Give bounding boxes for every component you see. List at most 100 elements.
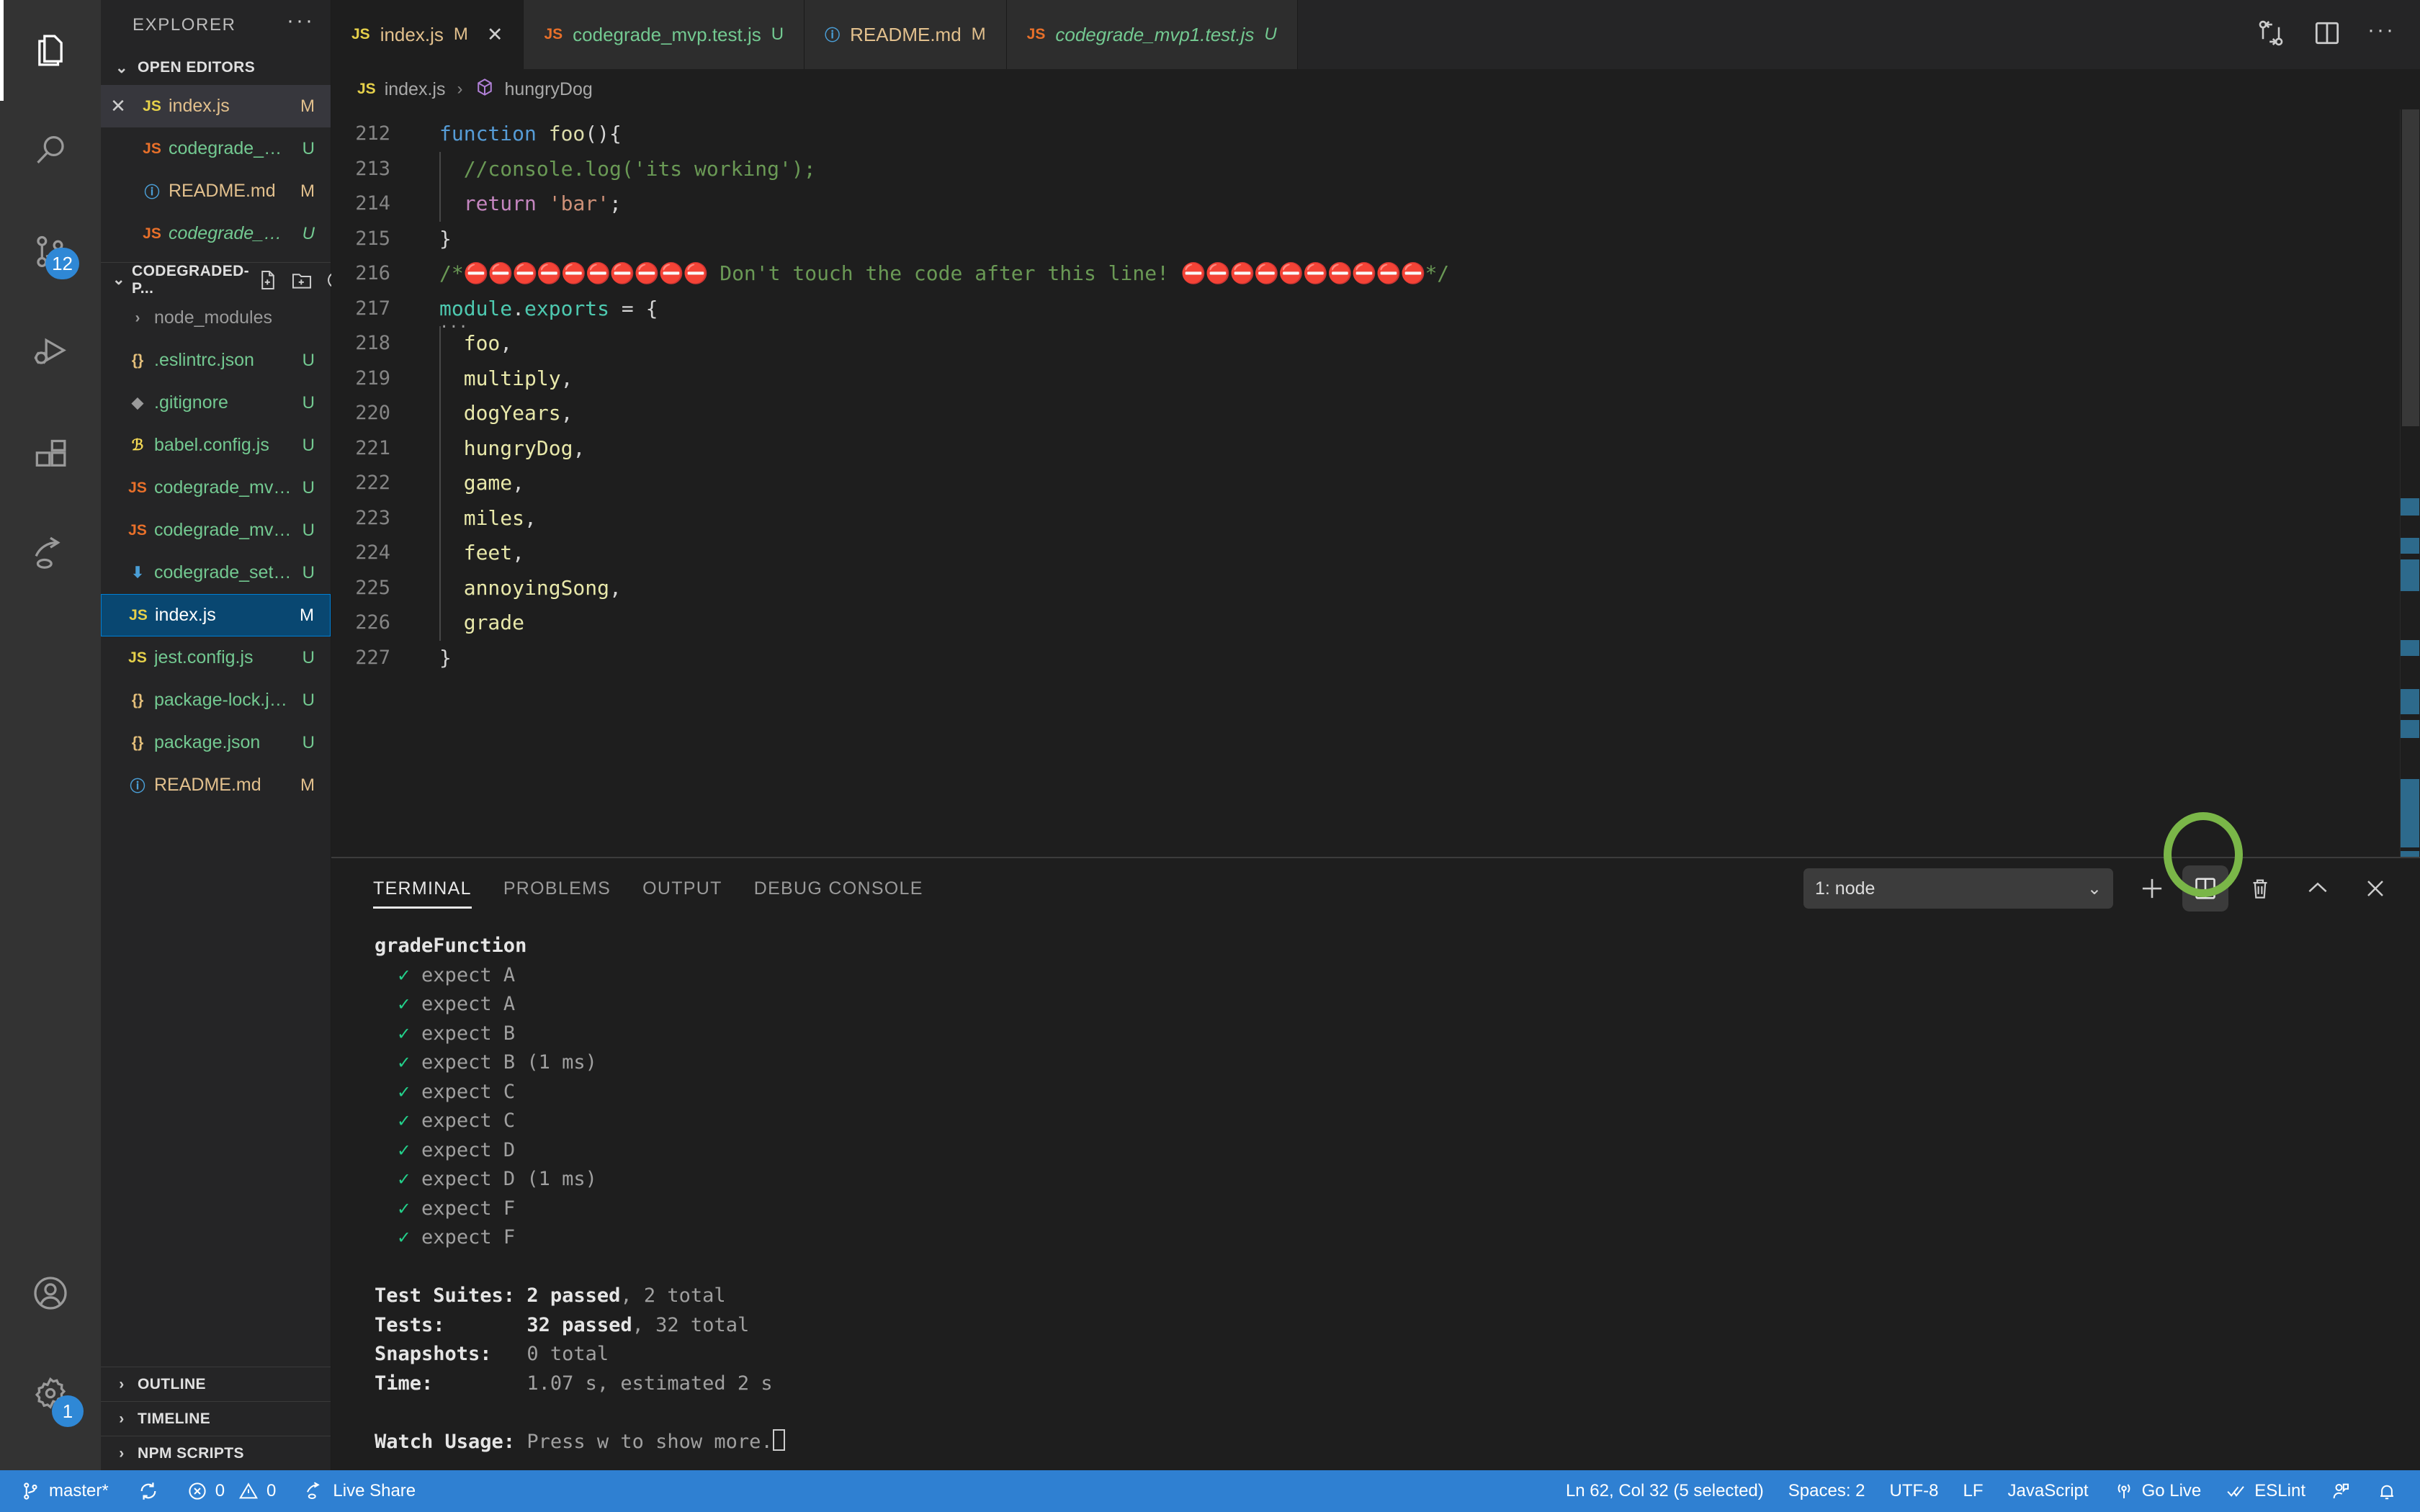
tree-item-index-js[interactable]: JS index.js M <box>101 594 331 636</box>
status-indentation[interactable]: Spaces: 2 <box>1776 1470 1878 1512</box>
status-eol[interactable]: LF <box>1951 1470 1996 1512</box>
js-file-icon: JS <box>544 26 563 43</box>
code-line-text[interactable]: hungryDog, <box>439 431 585 467</box>
tab-readme-md[interactable]: ⓘ README.md M <box>805 0 1007 69</box>
tab-terminal[interactable]: TERMINAL <box>357 858 488 919</box>
terminal-suite-name: gradeFunction <box>331 932 2420 961</box>
close-icon[interactable]: ✕ <box>101 95 135 117</box>
tree-item-codegrade-setup-md[interactable]: ⬇ codegrade_setup.md U <box>101 552 331 594</box>
code-line-text[interactable]: foo, <box>439 326 512 361</box>
code-line-text[interactable]: grade <box>439 606 524 641</box>
code-line-text[interactable]: multiply, <box>439 361 573 397</box>
open-editor-label: codegrade_mvp1.te... <box>169 223 292 244</box>
status-eslint[interactable]: ESLint <box>2213 1470 2318 1512</box>
maximize-panel-button[interactable] <box>2295 865 2341 912</box>
activity-item-settings[interactable]: 1 <box>0 1344 101 1444</box>
sidebar-more-icon[interactable]: ··· <box>287 17 315 33</box>
terminal-summary-line: Test Suites: 2 passed, 2 total <box>331 1282 2420 1311</box>
code-line-text[interactable]: miles, <box>439 501 537 536</box>
tab-output[interactable]: OUTPUT <box>627 858 738 919</box>
code-line-text[interactable]: module.exports = {··· <box>439 292 658 327</box>
activity-item-source-control[interactable]: 12 <box>0 202 101 302</box>
scrollbar-decoration <box>2401 640 2419 656</box>
activity-item-explorer[interactable] <box>0 0 101 101</box>
tab-index-js[interactable]: JS index.js M ✕ <box>331 0 524 69</box>
tab-debug-console[interactable]: DEBUG CONSOLE <box>738 858 939 919</box>
open-editor-item-codegrade-mvp-test[interactable]: JS codegrade_mvp.tes... U <box>101 127 331 170</box>
code-line-text[interactable]: } <box>439 222 452 257</box>
activity-item-live-share[interactable] <box>0 504 101 605</box>
open-editor-item-index-js[interactable]: ✕ JS index.js M <box>101 85 331 127</box>
section-npm-scripts[interactable]: › NPM SCRIPTS <box>101 1436 331 1470</box>
code-editor[interactable]: 212function foo(){213 //console.log('its… <box>331 109 2420 857</box>
terminal-output[interactable]: gradeFunction ✓ expect A ✓ expect A ✓ ex… <box>331 919 2420 1470</box>
code-line-text[interactable]: /*⛔⛔⛔⛔⛔⛔⛔⛔⛔⛔ Don't touch the code after … <box>439 256 1449 292</box>
section-npm-scripts-label: NPM SCRIPTS <box>138 1445 244 1462</box>
status-feedback[interactable] <box>2318 1470 2364 1512</box>
new-terminal-button[interactable] <box>2129 865 2175 912</box>
code-line: 214 return 'bar'; <box>331 186 2400 222</box>
tree-item-eslintrc-json[interactable]: {} .eslintrc.json U <box>101 339 331 382</box>
status-editor-position[interactable]: Ln 62, Col 32 (5 selected) <box>1554 1470 1776 1512</box>
status-live-share[interactable]: Live Share <box>288 1470 428 1512</box>
code-content[interactable]: 212function foo(){213 //console.log('its… <box>331 109 2400 857</box>
more-actions-icon[interactable]: ··· <box>2367 27 2396 42</box>
kill-terminal-button[interactable] <box>2237 865 2283 912</box>
tree-item-gitignore[interactable]: ◆ .gitignore U <box>101 382 331 424</box>
status-notifications[interactable] <box>2364 1470 2410 1512</box>
tree-item-jest-config-js[interactable]: JS jest.config.js U <box>101 636 331 679</box>
compare-changes-icon[interactable] <box>2255 17 2287 53</box>
status-encoding[interactable]: UTF-8 <box>1878 1470 1951 1512</box>
section-outline-label: OUTLINE <box>138 1376 206 1393</box>
code-line-text[interactable]: return 'bar'; <box>439 186 622 222</box>
activity-item-search[interactable] <box>0 101 101 202</box>
status-language-mode[interactable]: JavaScript <box>1996 1470 2101 1512</box>
code-line-text[interactable]: dogYears, <box>439 396 573 431</box>
tab-problems[interactable]: PROBLEMS <box>488 858 627 919</box>
tree-item-node-modules[interactable]: › node_modules <box>101 297 331 339</box>
tree-item-codegrade-mvp-test-js[interactable]: JS codegrade_mvp.test.js U <box>101 467 331 509</box>
activity-item-run-debug[interactable] <box>0 302 101 403</box>
code-line-text[interactable]: annoyingSong, <box>439 571 622 606</box>
close-icon[interactable]: ✕ <box>487 24 503 46</box>
breadcrumb-symbol[interactable]: hungryDog <box>504 79 592 100</box>
split-terminal-button[interactable] <box>2182 865 2228 912</box>
open-editor-item-codegrade-mvp1-test[interactable]: JS codegrade_mvp1.te... U <box>101 212 331 255</box>
git-status-badge: U <box>292 139 315 159</box>
tree-item-package-json[interactable]: {} package.json U <box>101 721 331 764</box>
tree-item-babel-config-js[interactable]: ℬ babel.config.js U <box>101 424 331 467</box>
code-line-text[interactable]: feet, <box>439 536 524 571</box>
code-line-text[interactable]: } <box>439 641 452 676</box>
tree-item-package-lock-json[interactable]: {} package-lock.json U <box>101 679 331 721</box>
split-editor-icon[interactable] <box>2311 17 2343 53</box>
activity-item-accounts[interactable] <box>0 1243 101 1344</box>
tree-item-codegrade-mvp1-test-js[interactable]: JS codegrade_mvp1.test.js U <box>101 509 331 552</box>
section-project[interactable]: ⌄ CODEGRADED-P... <box>101 262 331 297</box>
open-editor-item-readme[interactable]: ⓘ README.md M <box>101 170 331 212</box>
terminal-selector[interactable]: 1: node ⌄ <box>1803 868 2113 909</box>
status-branch[interactable]: master* <box>0 1470 121 1512</box>
activity-item-extensions[interactable] <box>0 403 101 504</box>
code-line-text[interactable]: //console.log('its working'); <box>439 152 816 187</box>
section-open-editors[interactable]: ⌄ OPEN EDITORS <box>101 50 331 85</box>
editor-scrollbar[interactable] <box>2400 109 2420 857</box>
tree-item-readme-md[interactable]: ⓘ README.md M <box>101 764 331 806</box>
source-control-badge: 12 <box>45 248 79 279</box>
tree-item-label: codegrade_mvp.test.js <box>154 477 292 498</box>
code-line-text[interactable]: game, <box>439 466 524 501</box>
status-problems[interactable]: 0 0 <box>172 1470 289 1512</box>
section-outline[interactable]: › OUTLINE <box>101 1367 331 1401</box>
code-line-text[interactable]: function foo(){ <box>439 117 622 152</box>
new-file-icon[interactable] <box>256 268 280 292</box>
tab-codegrade-mvp1-test-js[interactable]: JS codegrade_mvp1.test.js U <box>1007 0 1298 69</box>
status-sync[interactable] <box>121 1470 172 1512</box>
tab-codegrade-mvp-test-js[interactable]: JS codegrade_mvp.test.js U <box>524 0 805 69</box>
line-number: 222 <box>331 466 406 501</box>
breadcrumb-file[interactable]: index.js <box>385 79 446 100</box>
scrollbar-thumb[interactable] <box>2402 109 2419 426</box>
status-go-live[interactable]: Go Live <box>2101 1470 2214 1512</box>
new-folder-icon[interactable] <box>290 268 314 292</box>
terminal-test-line: ✓ expect A <box>331 990 2420 1020</box>
section-timeline[interactable]: › TIMELINE <box>101 1401 331 1436</box>
close-panel-button[interactable] <box>2352 865 2398 912</box>
